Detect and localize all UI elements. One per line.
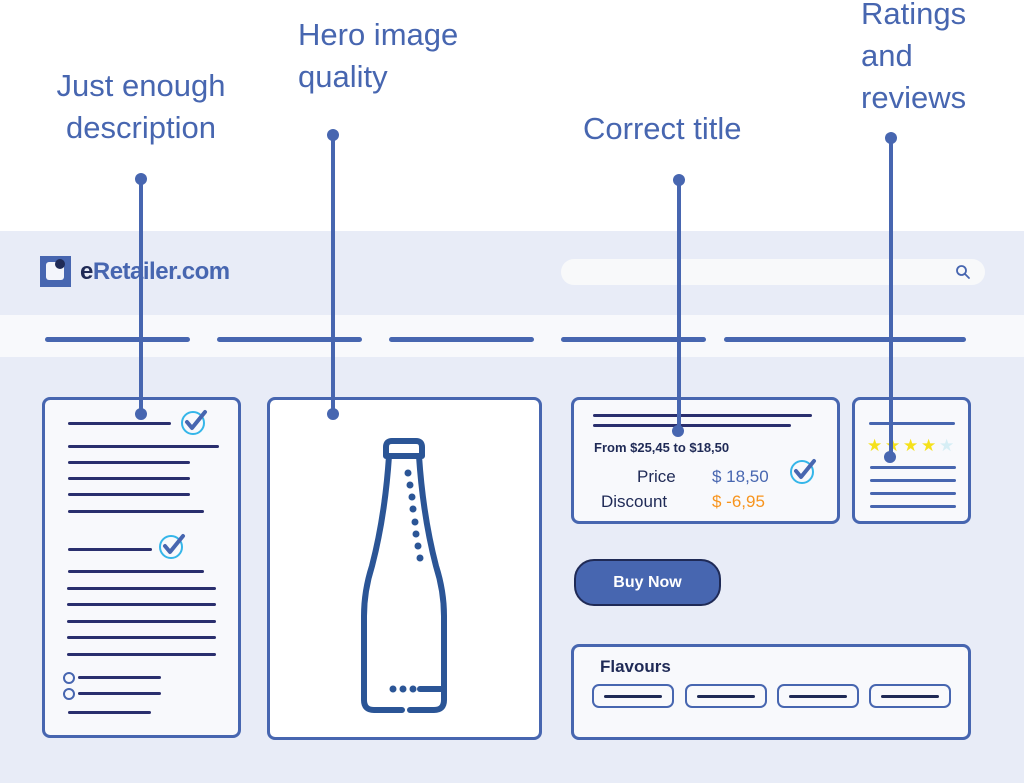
description-card [42, 397, 241, 738]
description-text-line [67, 636, 216, 639]
description-heading-line [68, 422, 171, 425]
flavour-option-3[interactable] [777, 684, 859, 708]
check-icon [181, 410, 207, 435]
nav-item-5[interactable] [724, 337, 966, 342]
description-text-line [67, 653, 216, 656]
leader-dot [885, 132, 897, 144]
radio-bullet-icon [63, 672, 75, 684]
price-label: Price [637, 467, 676, 486]
callout-ratings-line3: reviews [861, 80, 967, 115]
star-filled-icon: ★ [903, 436, 919, 455]
product-title-line [593, 414, 812, 417]
leader-dot [673, 174, 685, 186]
logo-text-prefix: e [80, 258, 93, 285]
review-text-line [870, 492, 956, 495]
callout-hero-image: Hero image quality [298, 14, 458, 98]
star-filled-icon: ★ [921, 436, 937, 455]
discount-label: Discount [601, 492, 668, 511]
ratings-heading-line [869, 422, 955, 425]
description-text-line [68, 711, 151, 714]
flavour-option-2[interactable] [685, 684, 767, 708]
buy-now-button[interactable]: Buy Now [574, 559, 721, 606]
nav-item-2[interactable] [217, 337, 362, 342]
star-filled-icon: ★ [867, 436, 883, 455]
search-icon[interactable] [955, 264, 971, 280]
callout-title: Correct title [583, 108, 741, 150]
product-title-line [593, 424, 791, 427]
star-empty-icon: ★ [939, 436, 955, 455]
callout-hero-line2: quality [298, 59, 388, 94]
description-list-line [78, 692, 161, 695]
bottle-icon [361, 438, 447, 713]
price-value: $ 18,50 [712, 467, 769, 486]
radio-bullet-icon [63, 688, 75, 700]
callout-ratings-line2: and [861, 38, 913, 73]
hero-image-card[interactable] [267, 397, 542, 740]
flavours-title: Flavours [600, 657, 671, 676]
review-text-line [870, 479, 956, 482]
leader-dot [135, 173, 147, 185]
check-icon [790, 459, 816, 484]
leader-dot [327, 408, 339, 420]
review-text-line [870, 505, 956, 508]
leader-dot [327, 129, 339, 141]
check-icon [159, 534, 185, 559]
leader-dot [135, 408, 147, 420]
leader-line-hero-image [331, 135, 335, 414]
description-text-line [68, 570, 204, 573]
description-text-line [68, 461, 190, 464]
nav-item-1[interactable] [45, 337, 190, 342]
description-text-line [68, 477, 190, 480]
leader-line-title [677, 180, 681, 428]
discount-value: $ -6,95 [712, 492, 765, 511]
nav-bar [0, 315, 1024, 357]
leader-dot [672, 425, 684, 437]
description-text-line [67, 603, 216, 606]
leader-dot [884, 451, 896, 463]
leader-line-description [139, 179, 143, 414]
nav-item-3[interactable] [389, 337, 534, 342]
description-text-line [67, 620, 216, 623]
callout-ratings: Ratings and reviews [861, 0, 966, 119]
callout-title-line1: Correct title [583, 111, 742, 146]
description-heading-line [68, 548, 152, 551]
flavour-option-1[interactable] [592, 684, 674, 708]
price-range-text: From $25,45 to $18,50 [594, 440, 730, 455]
flavour-option-4[interactable] [869, 684, 951, 708]
description-text-line [68, 510, 204, 513]
description-text-line [68, 493, 190, 496]
logo-icon [40, 256, 71, 287]
review-text-line [870, 466, 956, 469]
callout-description-line1: Just enough [56, 68, 226, 103]
callout-description: Just enough description [40, 65, 242, 149]
callout-ratings-line1: Ratings [861, 0, 967, 31]
callout-hero-line1: Hero image [298, 17, 459, 52]
leader-line-ratings [889, 138, 893, 458]
search-input[interactable] [561, 259, 985, 285]
logo-text-rest: Retailer.com [92, 258, 230, 285]
description-list-line [78, 676, 161, 679]
description-text-line [68, 445, 219, 448]
description-text-line [67, 587, 216, 590]
logo-text[interactable]: eRetailer.com [80, 256, 230, 288]
nav-item-4[interactable] [561, 337, 706, 342]
callout-description-line2: description [66, 110, 216, 145]
